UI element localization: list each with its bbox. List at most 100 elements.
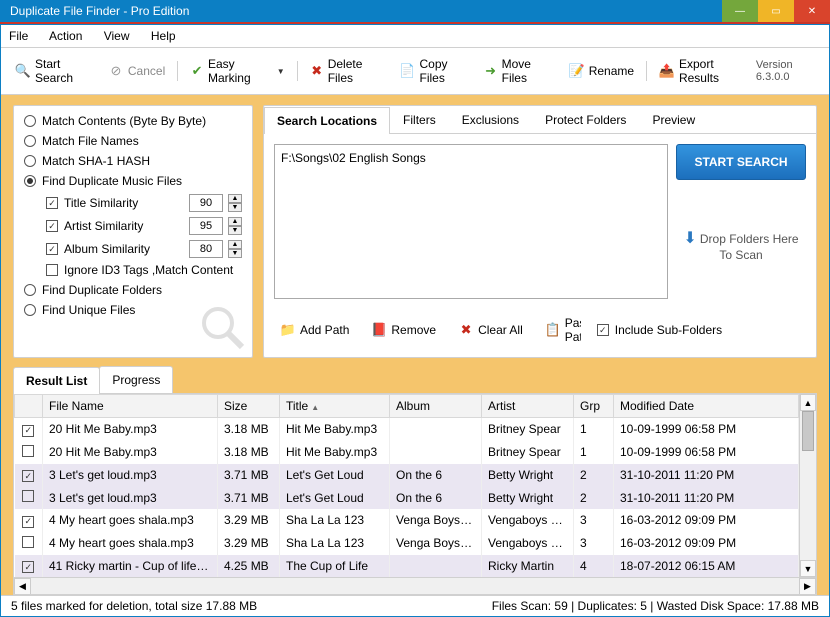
cancel-button[interactable]: ⊘Cancel (102, 60, 171, 82)
radio-match-contents[interactable]: Match Contents (Byte By Byte) (24, 114, 242, 128)
remove-icon: 📕 (371, 322, 387, 338)
cell-grp: 3 (574, 532, 614, 555)
spinner-buttons[interactable]: ▲▼ (228, 217, 242, 235)
result-tabs: Result List Progress (13, 366, 817, 393)
table-row[interactable]: 3 Let's get loud.mp33.71 MBLet's Get Lou… (15, 486, 799, 509)
radio-icon (24, 155, 36, 167)
menubar: File Action View Help (1, 25, 829, 48)
minimize-button[interactable]: — (722, 0, 758, 22)
drop-zone[interactable]: ⬇ Drop Folders Here To Scan (676, 228, 806, 262)
delete-files-button[interactable]: ✖Delete Files (304, 54, 390, 88)
col-modified[interactable]: Modified Date (614, 395, 799, 418)
tab-preview[interactable]: Preview (639, 106, 708, 133)
check-artist-similarity[interactable]: Artist Similarity95▲▼ (46, 217, 242, 235)
copy-files-button[interactable]: 📄Copy Files (394, 54, 474, 88)
cell-modified: 16-03-2012 09:09 PM (614, 509, 799, 532)
tab-protect-folders[interactable]: Protect Folders (532, 106, 639, 133)
row-checkbox[interactable] (22, 425, 34, 437)
scroll-down-icon[interactable]: ▼ (800, 560, 816, 577)
paste-path-button[interactable]: 📋Paste Path (539, 313, 587, 347)
checkbox-icon (46, 220, 58, 232)
spinner-buttons[interactable]: ▲▼ (228, 194, 242, 212)
cell-artist: Betty Wright (482, 486, 574, 509)
checkbox-icon (46, 264, 58, 276)
clear-all-button[interactable]: ✖Clear All (452, 319, 529, 341)
table-row[interactable]: 20 Hit Me Baby.mp33.18 MBHit Me Baby.mp3… (15, 441, 799, 464)
title-similarity-value[interactable]: 90 (189, 194, 223, 212)
table-row[interactable]: 3 Let's get loud.mp33.71 MBLet's Get Lou… (15, 464, 799, 487)
col-grp[interactable]: Grp (574, 395, 614, 418)
vertical-scrollbar[interactable]: ▲ ▼ (799, 394, 816, 577)
artist-similarity-value[interactable]: 95 (189, 217, 223, 235)
check-album-similarity[interactable]: Album Similarity80▲▼ (46, 240, 242, 258)
cell-artist: Ricky Martin (482, 555, 574, 578)
cell-modified: 18-07-2012 06:15 AM (614, 555, 799, 578)
row-checkbox[interactable] (22, 536, 34, 548)
col-filename[interactable]: File Name (43, 395, 218, 418)
menu-help[interactable]: Help (151, 29, 176, 43)
check-ignore-id3[interactable]: Ignore ID3 Tags ,Match Content (46, 263, 242, 277)
tab-filters[interactable]: Filters (390, 106, 449, 133)
path-item[interactable]: F:\Songs\02 English Songs (281, 151, 661, 165)
row-checkbox[interactable] (22, 516, 34, 528)
menu-file[interactable]: File (9, 29, 28, 43)
col-artist[interactable]: Artist (482, 395, 574, 418)
tab-exclusions[interactable]: Exclusions (449, 106, 532, 133)
scroll-right-icon[interactable]: ▶ (799, 578, 816, 595)
path-list[interactable]: F:\Songs\02 English Songs (274, 144, 668, 299)
location-tabs: Search Locations Filters Exclusions Prot… (264, 106, 816, 134)
cell-filename: 41 Ricky martin - Cup of life.mp3 (43, 555, 218, 578)
scroll-thumb[interactable] (802, 411, 814, 451)
close-button[interactable]: ✕ (794, 0, 830, 22)
cell-grp: 1 (574, 418, 614, 441)
col-title[interactable]: Title▲ (280, 395, 390, 418)
include-subfolders-check[interactable]: Include Sub-Folders (597, 323, 722, 337)
move-files-button[interactable]: ➜Move Files (478, 54, 559, 88)
tab-search-locations[interactable]: Search Locations (264, 107, 390, 134)
cell-artist: Betty Wright (482, 464, 574, 487)
radio-duplicate-folders[interactable]: Find Duplicate Folders (24, 283, 242, 297)
horizontal-scrollbar[interactable]: ◀ ▶ (14, 577, 816, 594)
export-results-button[interactable]: 📤Export Results (653, 54, 752, 88)
col-check[interactable] (15, 395, 43, 418)
delete-icon: ✖ (310, 63, 324, 79)
row-checkbox[interactable] (22, 445, 34, 457)
radio-find-music[interactable]: Find Duplicate Music Files (24, 174, 242, 188)
radio-match-sha1[interactable]: Match SHA-1 HASH (24, 154, 242, 168)
version-label: Version 6.3.0.0 (756, 59, 821, 83)
table-row[interactable]: 4 My heart goes shala.mp33.29 MBSha La L… (15, 509, 799, 532)
rename-button[interactable]: 📝Rename (563, 60, 640, 82)
check-title-similarity[interactable]: Title Similarity90▲▼ (46, 194, 242, 212)
start-search-main-button[interactable]: START SEARCH (676, 144, 806, 180)
tab-result-list[interactable]: Result List (13, 367, 100, 394)
row-checkbox[interactable] (22, 470, 34, 482)
add-path-button[interactable]: 📁Add Path (274, 319, 355, 341)
row-checkbox[interactable] (22, 490, 34, 502)
row-checkbox[interactable] (22, 561, 34, 573)
cancel-icon: ⊘ (108, 63, 124, 79)
spinner-buttons[interactable]: ▲▼ (228, 240, 242, 258)
cell-title: Let's Get Loud (280, 464, 390, 487)
easy-marking-button[interactable]: ✔Easy Marking▼ (184, 54, 291, 88)
download-arrow-icon: ⬇ (683, 230, 696, 247)
scroll-up-icon[interactable]: ▲ (800, 394, 816, 411)
radio-icon (24, 284, 36, 296)
table-row[interactable]: 20 Hit Me Baby.mp33.18 MBHit Me Baby.mp3… (15, 418, 799, 441)
col-album[interactable]: Album (390, 395, 482, 418)
album-similarity-value[interactable]: 80 (189, 240, 223, 258)
remove-path-button[interactable]: 📕Remove (365, 319, 442, 341)
start-search-button[interactable]: 🔍Start Search (9, 54, 98, 88)
col-size[interactable]: Size (218, 395, 280, 418)
scroll-left-icon[interactable]: ◀ (14, 578, 31, 595)
sort-asc-icon: ▲ (311, 403, 319, 412)
match-options-panel: Match Contents (Byte By Byte) Match File… (13, 105, 253, 358)
menu-action[interactable]: Action (49, 29, 82, 43)
maximize-button[interactable]: ▭ (758, 0, 794, 22)
cell-title: Sha La La 123 (280, 509, 390, 532)
cell-grp: 4 (574, 555, 614, 578)
table-row[interactable]: 41 Ricky martin - Cup of life.mp34.25 MB… (15, 555, 799, 578)
radio-match-filenames[interactable]: Match File Names (24, 134, 242, 148)
menu-view[interactable]: View (104, 29, 130, 43)
table-row[interactable]: 4 My heart goes shala.mp33.29 MBSha La L… (15, 532, 799, 555)
tab-progress[interactable]: Progress (99, 366, 173, 393)
